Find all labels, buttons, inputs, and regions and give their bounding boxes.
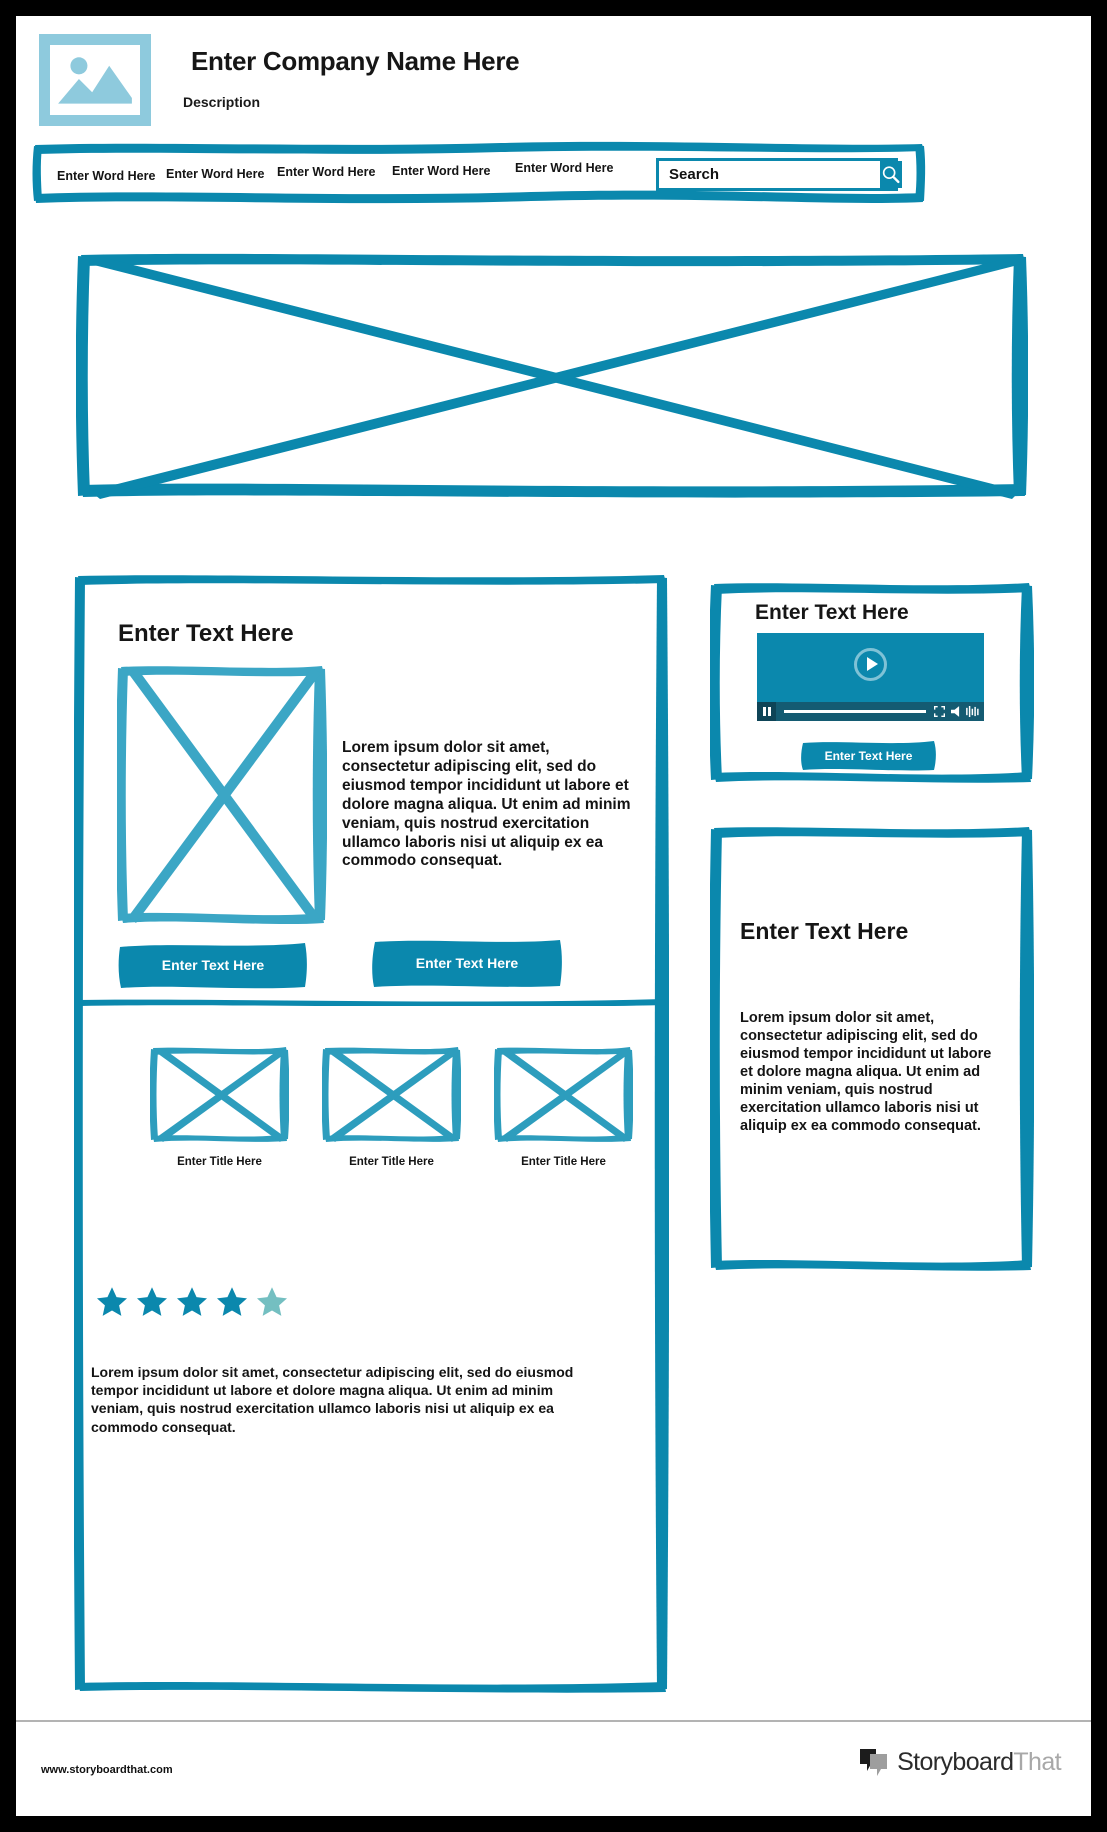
image-placeholder-x-icon xyxy=(321,1047,462,1142)
video-controls-bar xyxy=(757,702,984,721)
star-icon-1[interactable] xyxy=(95,1285,129,1319)
star-icon-5[interactable] xyxy=(255,1285,289,1319)
image-placeholder-x-icon xyxy=(493,1047,634,1142)
text-card: Enter Text Here Lorem ipsum dolor sit am… xyxy=(710,825,1034,1273)
thumbnail-2-caption: Enter Title Here xyxy=(349,1156,434,1168)
search-input[interactable] xyxy=(659,161,880,188)
speech-bubbles-icon xyxy=(860,1749,888,1776)
progress-slider[interactable] xyxy=(784,710,926,713)
wireframe-page: Enter Company Name Here Description Ente… xyxy=(16,16,1091,1816)
brand-name-primary: Storyboard xyxy=(897,1747,1014,1776)
nav-item-3[interactable]: Enter Word Here xyxy=(277,165,375,179)
nav-item-4[interactable]: Enter Word Here xyxy=(392,164,490,178)
cta-button-1-label: Enter Text Here xyxy=(161,957,265,973)
image-placeholder-x-icon xyxy=(115,666,328,925)
search-icon xyxy=(882,165,900,183)
company-name: Enter Company Name Here xyxy=(191,46,520,76)
cta-button-2-label: Enter Text Here xyxy=(415,955,519,971)
cta-button-1[interactable]: Enter Text Here xyxy=(117,939,309,991)
page-footer: www.storyboardthat.com Storyboard That xyxy=(16,1720,1091,1816)
review-text: Lorem ipsum dolor sit amet, consectetur … xyxy=(91,1364,574,1435)
image-placeholder-x-icon xyxy=(75,253,1029,499)
page-header: Enter Company Name Here Description xyxy=(16,16,1091,140)
text-card-title: Enter Text Here xyxy=(740,918,909,944)
video-card-button-label: Enter Text Here xyxy=(824,748,913,763)
play-triangle xyxy=(866,657,878,671)
video-player[interactable] xyxy=(757,633,984,721)
nav-item-2[interactable]: Enter Word Here xyxy=(166,167,264,181)
thumbnail-1[interactable] xyxy=(149,1046,290,1145)
storyboardthat-logo[interactable]: Storyboard That xyxy=(858,1747,1062,1777)
main-card-paragraph: Lorem ipsum dolor sit amet, consectetur … xyxy=(342,739,631,870)
card-section-divider xyxy=(78,999,666,1006)
company-description: Description xyxy=(183,94,261,110)
play-icon[interactable] xyxy=(854,647,887,681)
pause-icon[interactable] xyxy=(757,702,776,721)
brand-name-secondary: That xyxy=(1013,1747,1061,1776)
equalizer-icon[interactable] xyxy=(966,706,980,717)
text-card-paragraph: Lorem ipsum dolor sit amet, consectetur … xyxy=(740,1010,992,1134)
footer-url[interactable]: www.storyboardthat.com xyxy=(41,1764,173,1776)
nav-item-1[interactable]: Enter Word Here xyxy=(57,169,155,183)
thumbnail-3[interactable] xyxy=(493,1046,634,1145)
image-placeholder-x-icon xyxy=(149,1047,290,1142)
image-placeholder-icon xyxy=(58,57,132,104)
thumbnail-1-caption: Enter Title Here xyxy=(177,1156,262,1168)
video-card: Enter Text Here Enter Text Here xyxy=(710,581,1034,785)
main-content-card: Enter Text Here Lorem ipsum dolor sit am… xyxy=(74,573,669,1695)
thumbnail-gallery: Enter Title Here Enter Title Here Enter … xyxy=(94,1046,654,1206)
navigation-bar: Enter Word Here Enter Word Here Enter Wo… xyxy=(31,139,926,207)
star-icon-2[interactable] xyxy=(135,1285,169,1319)
volume-icon[interactable] xyxy=(951,706,960,717)
main-card-image-placeholder[interactable] xyxy=(115,664,328,928)
star-icon-3[interactable] xyxy=(175,1285,209,1319)
thumbnail-2[interactable] xyxy=(321,1046,462,1145)
star-rating[interactable] xyxy=(95,1285,289,1319)
search-button[interactable] xyxy=(880,161,902,188)
hero-image-placeholder[interactable] xyxy=(75,251,1029,501)
video-stage[interactable] xyxy=(757,633,984,695)
video-card-button[interactable]: Enter Text Here xyxy=(800,739,937,772)
nav-item-5[interactable]: Enter Word Here xyxy=(515,161,613,175)
cta-button-2[interactable]: Enter Text Here xyxy=(371,937,563,989)
main-card-title: Enter Text Here xyxy=(118,620,294,647)
thumbnail-3-caption: Enter Title Here xyxy=(521,1156,606,1168)
video-card-title: Enter Text Here xyxy=(755,601,909,624)
star-icon-4[interactable] xyxy=(215,1285,249,1319)
fullscreen-icon[interactable] xyxy=(934,706,945,717)
company-logo-placeholder[interactable] xyxy=(39,34,151,126)
nav-item-list: Enter Word Here Enter Word Here Enter Wo… xyxy=(53,161,673,191)
search-box xyxy=(656,158,902,191)
